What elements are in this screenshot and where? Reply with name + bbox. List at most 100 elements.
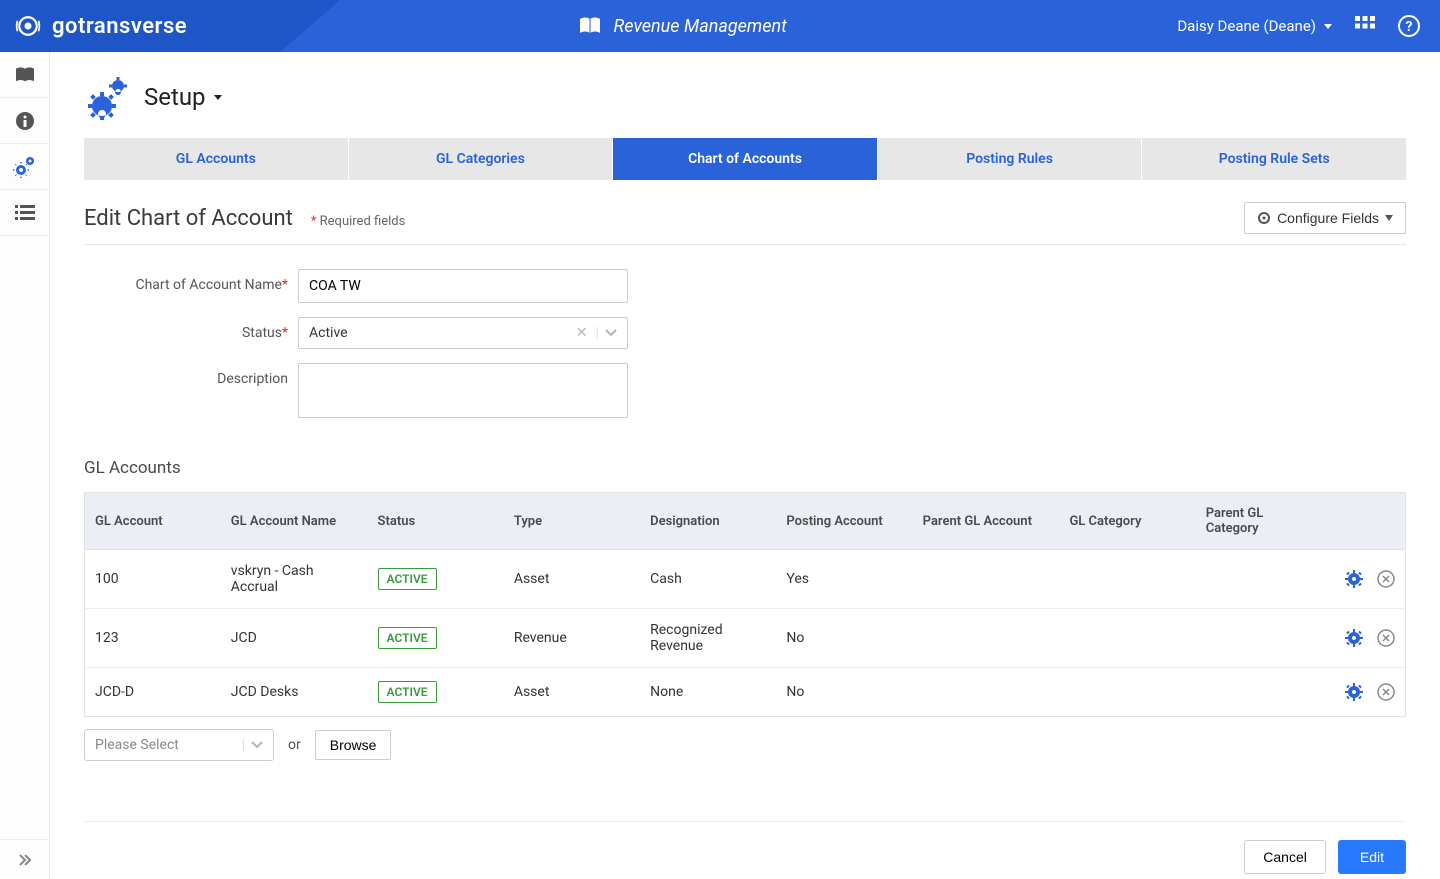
sidebar-item-info[interactable]: [0, 98, 50, 144]
status-select[interactable]: Active ✕ |: [298, 317, 628, 349]
status-value: Active: [309, 325, 568, 341]
sidebar-item-ledger[interactable]: [0, 52, 50, 98]
col-posting-account: Posting Account: [776, 493, 912, 550]
label-status-text: Status: [242, 325, 282, 341]
main-layout: Setup GL Accounts GL Categories Chart of…: [0, 52, 1440, 879]
app-header: gotransverse Revenue Management Daisy De…: [0, 0, 1440, 52]
label-coa-name: Chart of Account Name*: [90, 269, 298, 293]
col-designation: Designation: [640, 493, 776, 550]
cell-category: [1059, 668, 1195, 717]
col-type: Type: [504, 493, 640, 550]
cell-gl-account-name: JCD Desks: [221, 668, 368, 717]
configure-fields-button[interactable]: Configure Fields: [1244, 202, 1406, 234]
tab-gl-accounts[interactable]: GL Accounts: [84, 138, 349, 180]
required-fields-text: Required fields: [320, 214, 406, 229]
cell-actions: [1322, 609, 1406, 668]
status-badge: ACTIVE: [378, 568, 437, 590]
table-row: 100vskryn - Cash AccrualACTIVEAssetCashY…: [85, 550, 1406, 609]
form-row-name: Chart of Account Name*: [90, 269, 1406, 303]
table-row: 123JCDACTIVERevenueRecognized RevenueNo: [85, 609, 1406, 668]
cell-parent-cat: [1196, 550, 1322, 609]
chevron-down-icon: [605, 329, 617, 337]
help-icon[interactable]: ?: [1398, 15, 1420, 37]
chevron-down-icon: [251, 741, 263, 749]
section-header: Edit Chart of Account * Required fields …: [84, 202, 1406, 245]
col-gl-account: GL Account: [85, 493, 221, 550]
gl-accounts-table: GL Account GL Account Name Status Type D…: [84, 492, 1406, 717]
gears-icon: [84, 74, 130, 120]
gl-accounts-title: GL Accounts: [84, 458, 1406, 478]
brand-text: gotransverse: [52, 14, 187, 39]
configure-fields-label: Configure Fields: [1277, 210, 1379, 226]
apps-icon[interactable]: [1354, 15, 1376, 37]
col-status: Status: [368, 493, 504, 550]
caret-down-icon: [1385, 215, 1393, 221]
row-delete-icon[interactable]: [1377, 683, 1395, 701]
cell-category: [1059, 609, 1195, 668]
page-title-row: Setup: [84, 74, 1406, 120]
clear-icon[interactable]: ✕: [568, 325, 596, 341]
header-right: Daisy Deane (Deane) ?: [1177, 15, 1440, 37]
module-title: Revenue Management: [614, 16, 787, 37]
cell-gl-account: 100: [85, 550, 221, 609]
form-row-status: Status* Active ✕ |: [90, 317, 1406, 349]
cell-parent-cat: [1196, 668, 1322, 717]
form-area: Chart of Account Name* Status* Active ✕ …: [84, 269, 1406, 418]
gear-icon: [1257, 211, 1271, 225]
svg-text:?: ?: [1406, 19, 1413, 35]
tab-chart-of-accounts[interactable]: Chart of Accounts: [613, 138, 878, 180]
user-menu[interactable]: Daisy Deane (Deane): [1177, 17, 1332, 35]
section-title-group: Edit Chart of Account * Required fields: [84, 206, 405, 231]
status-badge: ACTIVE: [378, 681, 437, 703]
cell-posting: No: [776, 609, 912, 668]
or-label: or: [288, 737, 301, 753]
table-header-row: GL Account GL Account Name Status Type D…: [85, 493, 1406, 550]
content-area: Setup GL Accounts GL Categories Chart of…: [50, 52, 1440, 879]
col-gl-category: GL Category: [1059, 493, 1195, 550]
tab-gl-categories[interactable]: GL Categories: [349, 138, 614, 180]
separator: |: [596, 325, 605, 341]
col-parent-gl-category: Parent GL Category: [1196, 493, 1322, 550]
cell-actions: [1322, 668, 1406, 717]
header-center: Revenue Management: [187, 16, 1177, 37]
form-row-description: Description: [90, 363, 1406, 418]
cell-type: Asset: [504, 550, 640, 609]
row-settings-icon[interactable]: [1345, 683, 1363, 701]
tab-posting-rule-sets[interactable]: Posting Rule Sets: [1142, 138, 1406, 180]
cell-posting: No: [776, 668, 912, 717]
cell-gl-account: 123: [85, 609, 221, 668]
label-description: Description: [90, 363, 298, 387]
cell-status: ACTIVE: [368, 609, 504, 668]
description-textarea[interactable]: [298, 363, 628, 418]
row-settings-icon[interactable]: [1345, 570, 1363, 588]
browse-button[interactable]: Browse: [315, 730, 392, 760]
label-coa-name-text: Chart of Account Name: [135, 277, 281, 293]
cell-designation: Cash: [640, 550, 776, 609]
book-icon: [578, 16, 602, 36]
cell-parent-acct: [913, 550, 1060, 609]
cell-status: ACTIVE: [368, 668, 504, 717]
row-settings-icon[interactable]: [1345, 629, 1363, 647]
row-delete-icon[interactable]: [1377, 629, 1395, 647]
cell-parent-cat: [1196, 609, 1322, 668]
tabs: GL Accounts GL Categories Chart of Accou…: [84, 138, 1406, 180]
row-delete-icon[interactable]: [1377, 570, 1395, 588]
table-row: JCD-DJCD DesksACTIVEAssetNoneNo: [85, 668, 1406, 717]
label-status: Status*: [90, 317, 298, 341]
sidebar-item-setup[interactable]: [0, 144, 50, 190]
cancel-button[interactable]: Cancel: [1244, 840, 1326, 874]
sidebar-collapse-button[interactable]: [0, 839, 50, 879]
brand-logo[interactable]: gotransverse: [14, 12, 187, 40]
separator: |: [242, 737, 251, 753]
cell-status: ACTIVE: [368, 550, 504, 609]
required-fields-note: * Required fields: [311, 214, 405, 229]
page-title[interactable]: Setup: [144, 83, 222, 111]
tab-posting-rules[interactable]: Posting Rules: [878, 138, 1143, 180]
sidebar-item-list[interactable]: [0, 190, 50, 236]
add-gl-select[interactable]: Please Select |: [84, 729, 274, 761]
cell-type: Asset: [504, 668, 640, 717]
coa-name-input[interactable]: [298, 269, 628, 303]
cell-gl-account-name: vskryn - Cash Accrual: [221, 550, 368, 609]
edit-button[interactable]: Edit: [1338, 840, 1406, 874]
sidebar-spacer: [0, 236, 49, 839]
